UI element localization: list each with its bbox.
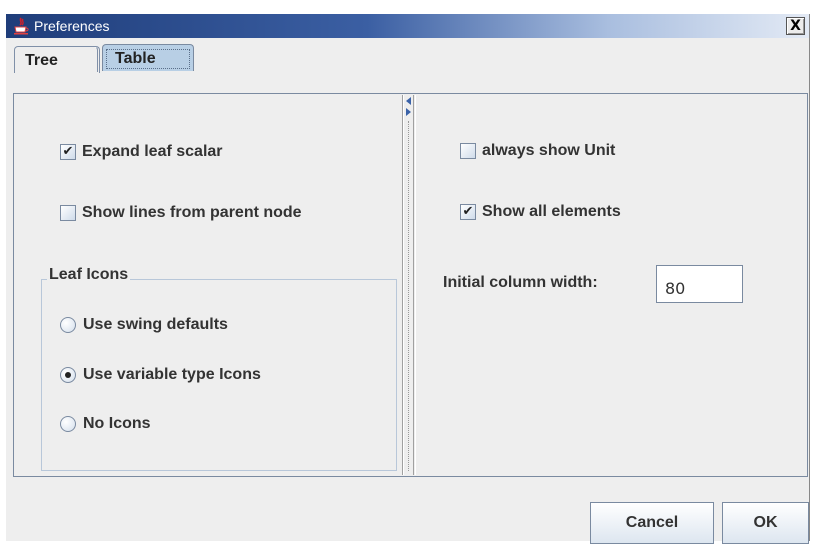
expand-leaf-scalar-checkbox[interactable]: ✔ Expand leaf scalar: [60, 141, 223, 163]
close-icon: X: [790, 18, 801, 34]
radio-button[interactable]: [60, 367, 76, 383]
close-button[interactable]: X: [786, 17, 805, 35]
cancel-button[interactable]: Cancel: [590, 502, 714, 544]
preferences-dialog: Preferences X Tree Table ✔ Expand leaf s…: [6, 14, 810, 544]
checkbox-label: Show all elements: [482, 203, 621, 220]
radio-label: Use swing defaults: [83, 316, 228, 333]
radio-use-variable-type-icons[interactable]: Use variable type Icons: [60, 364, 261, 386]
tab-table[interactable]: Table: [102, 44, 194, 71]
tab-tree[interactable]: Tree: [14, 46, 98, 72]
ok-button[interactable]: OK: [722, 502, 809, 544]
split-pane-divider[interactable]: [403, 95, 414, 475]
tab-tree-label: Tree: [25, 52, 58, 69]
column-width-label: Initial column width:: [443, 274, 598, 291]
left-pane: ✔ Expand leaf scalar Show lines from par…: [15, 95, 403, 475]
window-title: Preferences: [34, 18, 110, 34]
checkbox-box[interactable]: [460, 143, 476, 159]
divider-grip: [408, 121, 410, 471]
checkbox-box[interactable]: ✔: [60, 144, 76, 160]
checkbox-label: Show lines from parent node: [82, 204, 302, 221]
checkbox-label: Expand leaf scalar: [82, 143, 223, 160]
radio-button[interactable]: [60, 317, 76, 333]
show-lines-checkbox[interactable]: Show lines from parent node: [60, 202, 302, 224]
checkbox-box[interactable]: ✔: [460, 204, 476, 220]
radio-button[interactable]: [60, 416, 76, 432]
radio-label: Use variable type Icons: [83, 366, 261, 383]
title-bar[interactable]: Preferences X: [6, 14, 809, 38]
leaf-icons-group-title: Leaf Icons: [47, 266, 131, 284]
checkbox-label: always show Unit: [482, 142, 616, 159]
expand-right-arrow-icon[interactable]: [406, 108, 411, 116]
radio-use-swing-defaults[interactable]: Use swing defaults: [60, 314, 228, 336]
radio-label: No Icons: [83, 415, 151, 432]
checkbox-box[interactable]: [60, 205, 76, 221]
tab-table-label: Table: [115, 50, 156, 67]
java-cup-icon: [14, 17, 29, 35]
collapse-left-arrow-icon[interactable]: [406, 97, 411, 105]
column-width-input[interactable]: [656, 265, 743, 303]
show-all-elements-checkbox[interactable]: ✔ Show all elements: [460, 201, 621, 223]
radio-no-icons[interactable]: No Icons: [60, 413, 151, 435]
always-show-unit-checkbox[interactable]: always show Unit: [460, 140, 615, 162]
